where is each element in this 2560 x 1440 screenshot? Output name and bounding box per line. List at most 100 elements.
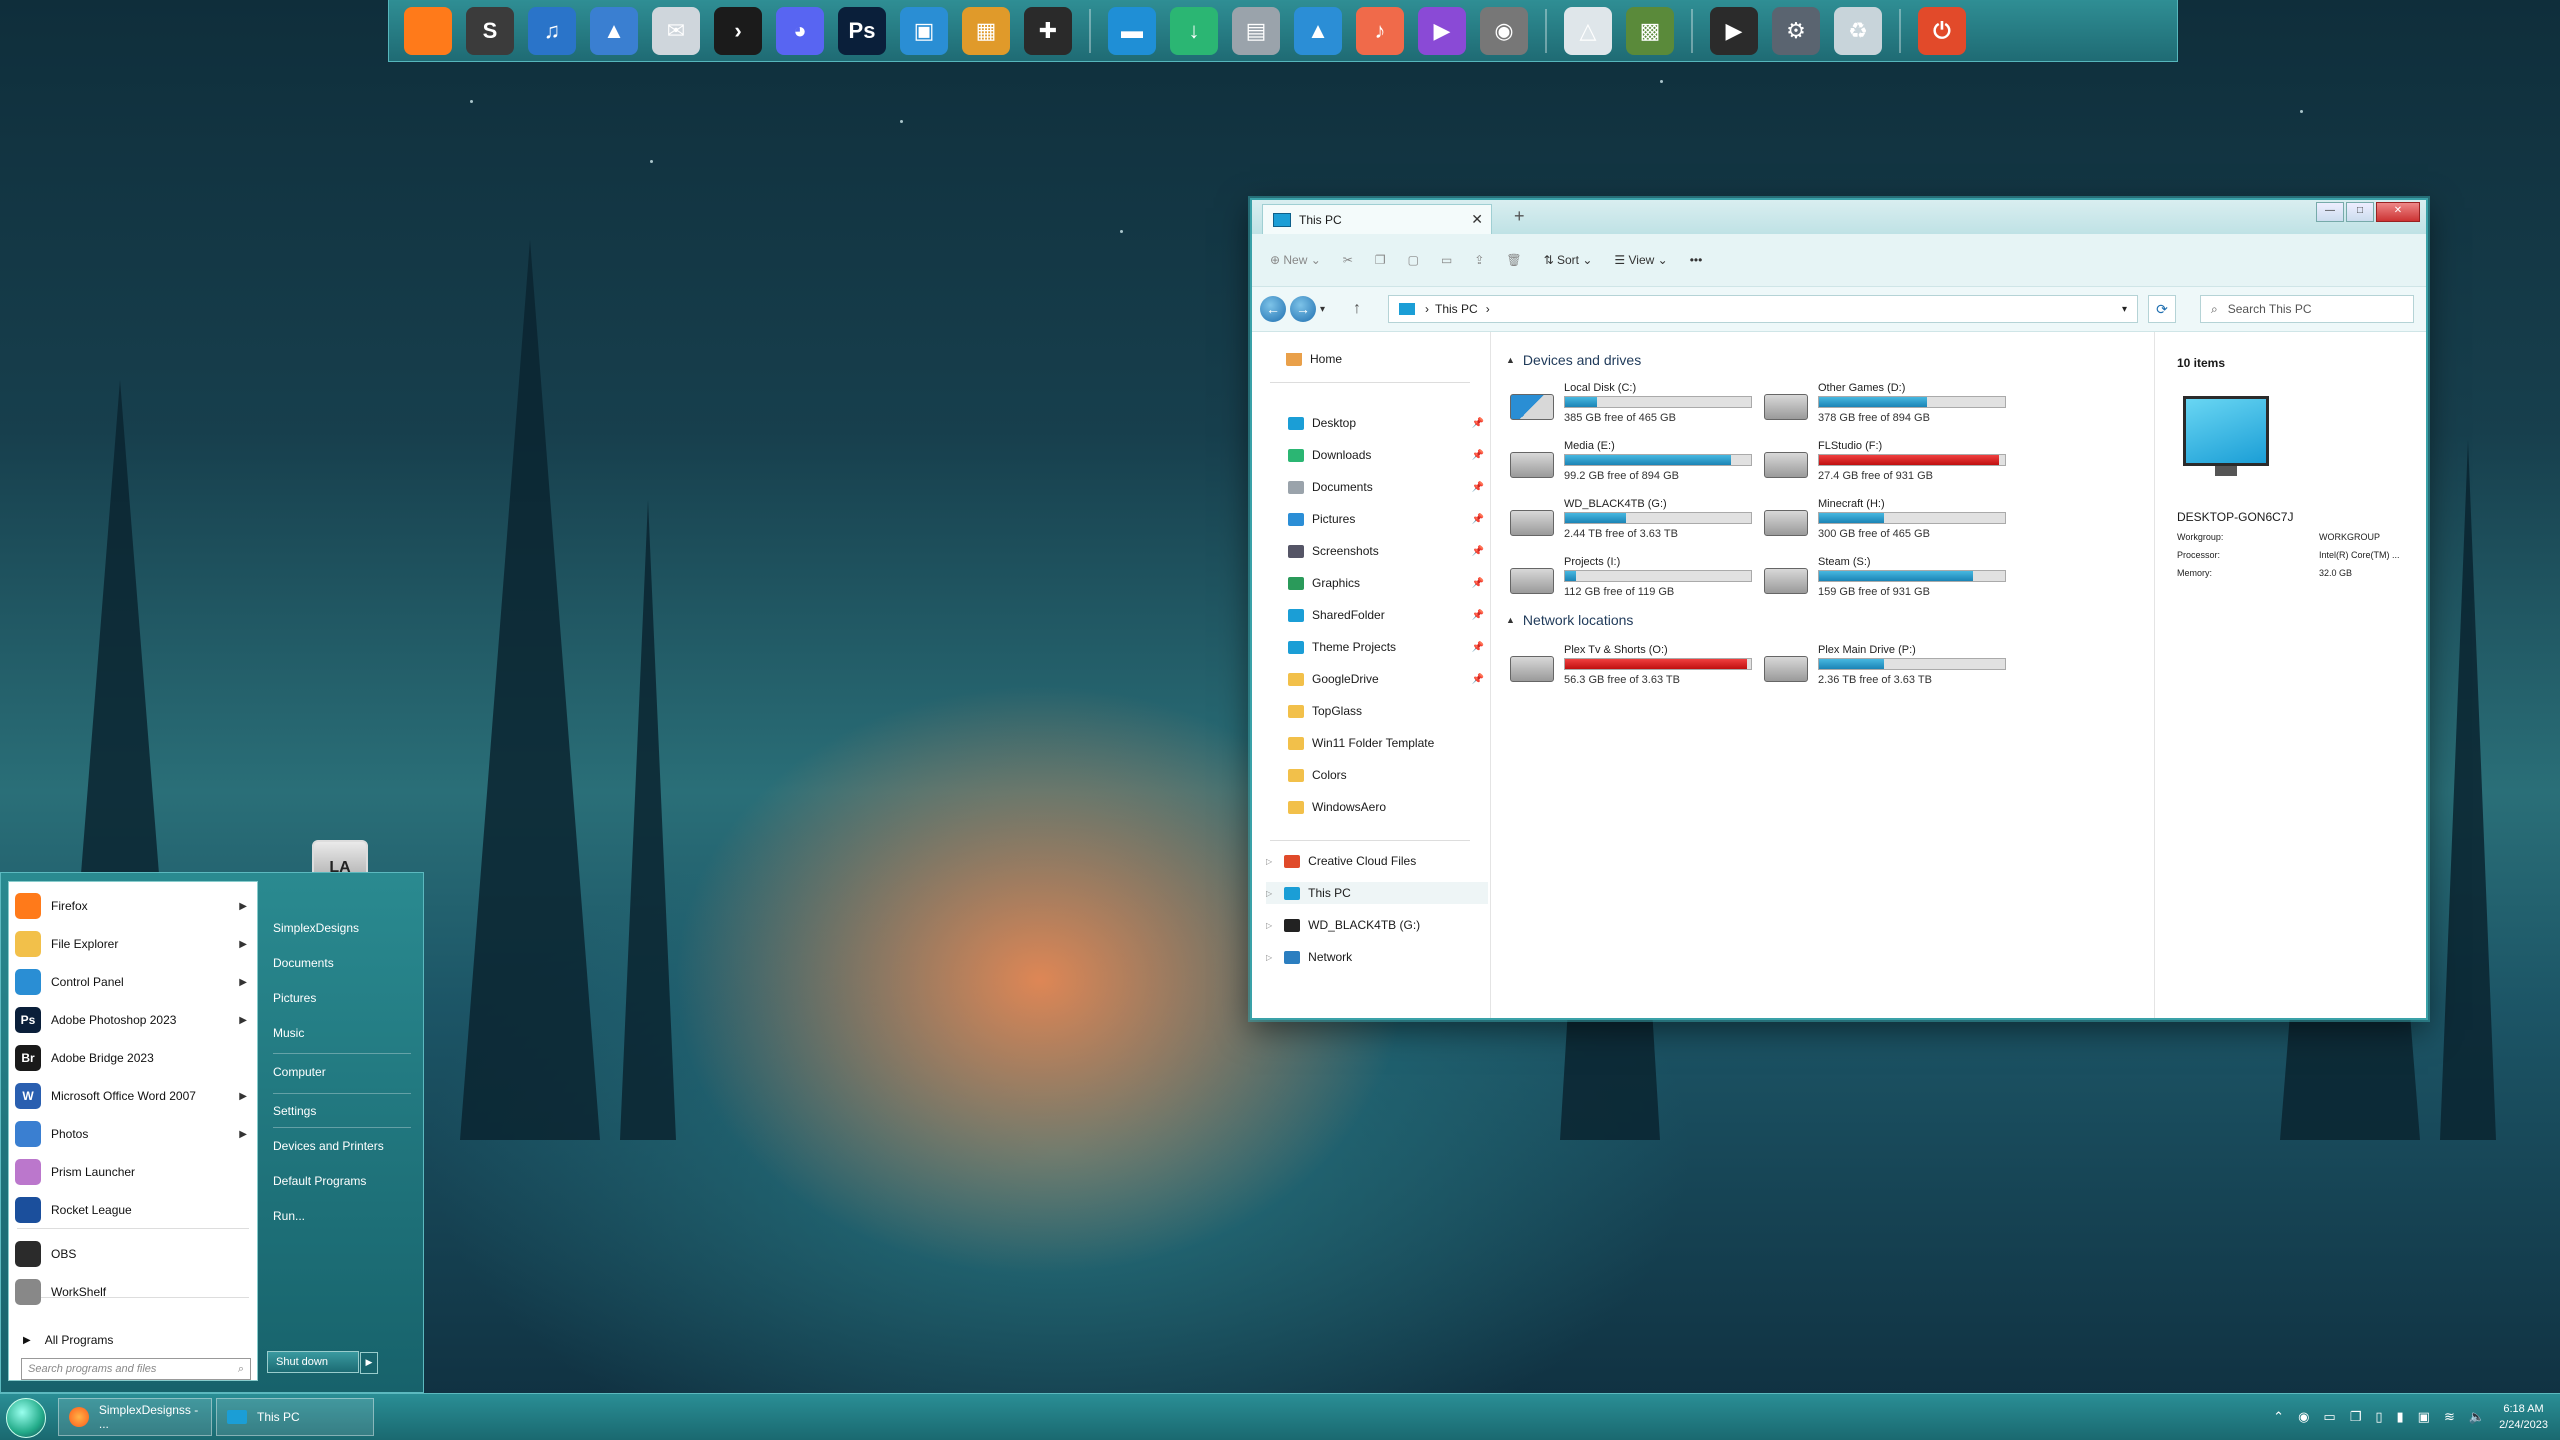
recent-chevron-icon[interactable]: ▾: [1320, 304, 1325, 315]
folder-downloads-icon[interactable]: ↓: [1170, 6, 1218, 55]
share-icon[interactable]: ⇪: [1474, 253, 1484, 267]
folder-pictures-icon[interactable]: ▲: [1294, 6, 1342, 55]
nav-item-graphics[interactable]: Graphics 📌: [1288, 572, 1488, 594]
submenu-arrow-icon[interactable]: ▶: [239, 1015, 247, 1026]
show-hidden-icons-icon[interactable]: ⌃: [2273, 1409, 2284, 1425]
start-link-computer[interactable]: Computer: [273, 1065, 326, 1079]
gamepad-icon[interactable]: ✚: [1024, 6, 1072, 55]
group-network-locations[interactable]: ▲ Network locations: [1506, 612, 1633, 628]
nav-item-googledrive[interactable]: GoogleDrive 📌: [1288, 668, 1488, 690]
nav-item-theme-projects[interactable]: Theme Projects 📌: [1288, 636, 1488, 658]
drive-tile[interactable]: Projects (I:) 112 GB free of 119 GB: [1510, 556, 1755, 606]
pin-icon[interactable]: 📌: [1472, 546, 1484, 557]
taskbar-firefox-button[interactable]: SimplexDesignss - ...: [58, 1398, 212, 1436]
submenu-arrow-icon[interactable]: ▶: [239, 1129, 247, 1140]
clock[interactable]: 6:18 AM 2/24/2023: [2499, 1401, 2548, 1433]
group-devices-and-drives[interactable]: ▲ Devices and drives: [1506, 352, 1641, 368]
all-programs-button[interactable]: ▶ All Programs: [9, 1322, 257, 1358]
nav-item-downloads[interactable]: Downloads 📌: [1288, 444, 1488, 466]
tab-close-icon[interactable]: ✕: [1471, 211, 1483, 228]
pin-icon[interactable]: 📌: [1472, 610, 1484, 621]
drive-tile[interactable]: Media (E:) 99.2 GB free of 894 GB: [1510, 440, 1755, 490]
headphones-icon[interactable]: ♫: [528, 6, 576, 55]
address-dropdown-icon[interactable]: ▾: [2122, 304, 2127, 315]
nav-item-win11-folder-template[interactable]: Win11 Folder Template: [1288, 732, 1488, 754]
title-bar[interactable]: This PC ✕ + — □ ✕: [1252, 200, 2426, 234]
expand-chevron-icon[interactable]: ▷: [1266, 857, 1272, 866]
nav-tree-network[interactable]: ▷ Network: [1266, 946, 1488, 968]
rename-icon[interactable]: ▭: [1441, 253, 1452, 267]
start-search-input[interactable]: Search programs and files ⌕: [21, 1358, 251, 1380]
pin-icon[interactable]: 📌: [1472, 642, 1484, 653]
start-orb-button[interactable]: [6, 1398, 46, 1438]
back-arrow-icon[interactable]: ←: [1260, 296, 1286, 322]
plex-icon[interactable]: ›: [714, 6, 762, 55]
paste-icon[interactable]: ▢: [1408, 253, 1419, 267]
expand-chevron-icon[interactable]: ▷: [1266, 953, 1272, 962]
program-file-explorer[interactable]: File Explorer ▶: [9, 926, 257, 962]
shutdown-options-arrow-icon[interactable]: ▶: [360, 1352, 378, 1374]
drive-tile[interactable]: Local Disk (C:) 385 GB free of 465 GB: [1510, 382, 1755, 432]
program-microsoft-office-word-2007[interactable]: W Microsoft Office Word 2007 ▶: [9, 1078, 257, 1114]
sort-button[interactable]: ⇅ Sort ⌄: [1544, 253, 1593, 267]
nav-tree-creative-cloud-files[interactable]: ▷ Creative Cloud Files: [1266, 850, 1488, 872]
cut-icon[interactable]: ✂: [1343, 253, 1353, 267]
start-link-music[interactable]: Music: [273, 1026, 304, 1040]
firefox-icon[interactable]: [404, 6, 452, 55]
camera-icon[interactable]: ◉: [1480, 6, 1528, 55]
maximize-button[interactable]: □: [2346, 202, 2374, 222]
program-photos[interactable]: Photos ▶: [9, 1116, 257, 1152]
minecraft-icon[interactable]: ▩: [1626, 6, 1674, 55]
settings-gear-icon[interactable]: ⚙: [1772, 6, 1820, 55]
program-rocket-league[interactable]: Rocket League: [9, 1192, 257, 1228]
battery-tray-icon[interactable]: ▮: [2397, 1409, 2404, 1425]
nav-item-documents[interactable]: Documents 📌: [1288, 476, 1488, 498]
discord-icon[interactable]: ◕: [776, 6, 824, 55]
nav-item-sharedfolder[interactable]: SharedFolder 📌: [1288, 604, 1488, 626]
usb-tray-icon[interactable]: ▯: [2375, 1409, 2382, 1425]
expand-chevron-icon[interactable]: ▷: [1266, 889, 1272, 898]
power-icon[interactable]: ⏻: [1918, 6, 1966, 55]
photos-icon[interactable]: ▲: [590, 6, 638, 55]
display-icon[interactable]: ▣: [900, 6, 948, 55]
shutdown-button[interactable]: Shut down ▶: [267, 1351, 378, 1374]
submenu-arrow-icon[interactable]: ▶: [239, 977, 247, 988]
drive-tile[interactable]: Plex Tv & Shorts (O:) 56.3 GB free of 3.6…: [1510, 644, 1755, 694]
nav-tree-this-pc[interactable]: ▷ This PC: [1266, 882, 1488, 904]
minimize-button[interactable]: —: [2316, 202, 2344, 222]
start-link-default-programs[interactable]: Default Programs: [273, 1174, 366, 1188]
tab-this-pc[interactable]: This PC ✕: [1262, 204, 1492, 234]
address-input[interactable]: › This PC › ▾: [1388, 295, 2138, 323]
expand-chevron-icon[interactable]: ▷: [1266, 921, 1272, 930]
submenu-arrow-icon[interactable]: ▶: [239, 939, 247, 950]
drive-tile[interactable]: FLStudio (F:) 27.4 GB free of 931 GB: [1764, 440, 2009, 490]
nav-item-windowsaero[interactable]: WindowsAero: [1288, 796, 1488, 818]
folder-documents-icon[interactable]: ▤: [1232, 6, 1280, 55]
forward-arrow-icon[interactable]: →: [1290, 296, 1316, 322]
breadcrumb-this-pc[interactable]: This PC: [1435, 302, 1478, 316]
new-tab-button[interactable]: +: [1514, 206, 1525, 227]
copy-icon[interactable]: ❐: [1375, 253, 1386, 267]
sublime-text-icon[interactable]: S: [466, 6, 514, 55]
mail-icon[interactable]: ✉: [652, 6, 700, 55]
program-workshelf[interactable]: WorkShelf: [9, 1274, 257, 1310]
pin-icon[interactable]: 📌: [1472, 482, 1484, 493]
window-tray-icon[interactable]: ❐: [2350, 1409, 2362, 1425]
nav-item-pictures[interactable]: Pictures 📌: [1288, 508, 1488, 530]
refresh-button[interactable]: ⟳: [2148, 295, 2176, 323]
nav-home[interactable]: Home: [1286, 348, 1486, 370]
nav-item-desktop[interactable]: Desktop 📌: [1288, 412, 1488, 434]
close-button[interactable]: ✕: [2376, 202, 2420, 222]
program-prism-launcher[interactable]: Prism Launcher: [9, 1154, 257, 1190]
drive-tile[interactable]: Minecraft (H:) 300 GB free of 465 GB: [1764, 498, 2009, 548]
submenu-arrow-icon[interactable]: ▶: [239, 901, 247, 912]
folder-desktop-icon[interactable]: ▬: [1108, 6, 1156, 55]
pin-icon[interactable]: 📌: [1472, 418, 1484, 429]
drive-tile[interactable]: WD_BLACK4TB (G:) 2.44 TB free of 3.63 TB: [1510, 498, 1755, 548]
google-drive-icon[interactable]: △: [1564, 6, 1612, 55]
nav-item-colors[interactable]: Colors: [1288, 764, 1488, 786]
drive-tile[interactable]: Plex Main Drive (P:) 2.36 TB free of 3.63…: [1764, 644, 2009, 694]
start-link-devices-and-printers[interactable]: Devices and Printers: [273, 1139, 384, 1153]
program-control-panel[interactable]: Control Panel ▶: [9, 964, 257, 1000]
program-adobe-bridge-2023[interactable]: Br Adobe Bridge 2023: [9, 1040, 257, 1076]
